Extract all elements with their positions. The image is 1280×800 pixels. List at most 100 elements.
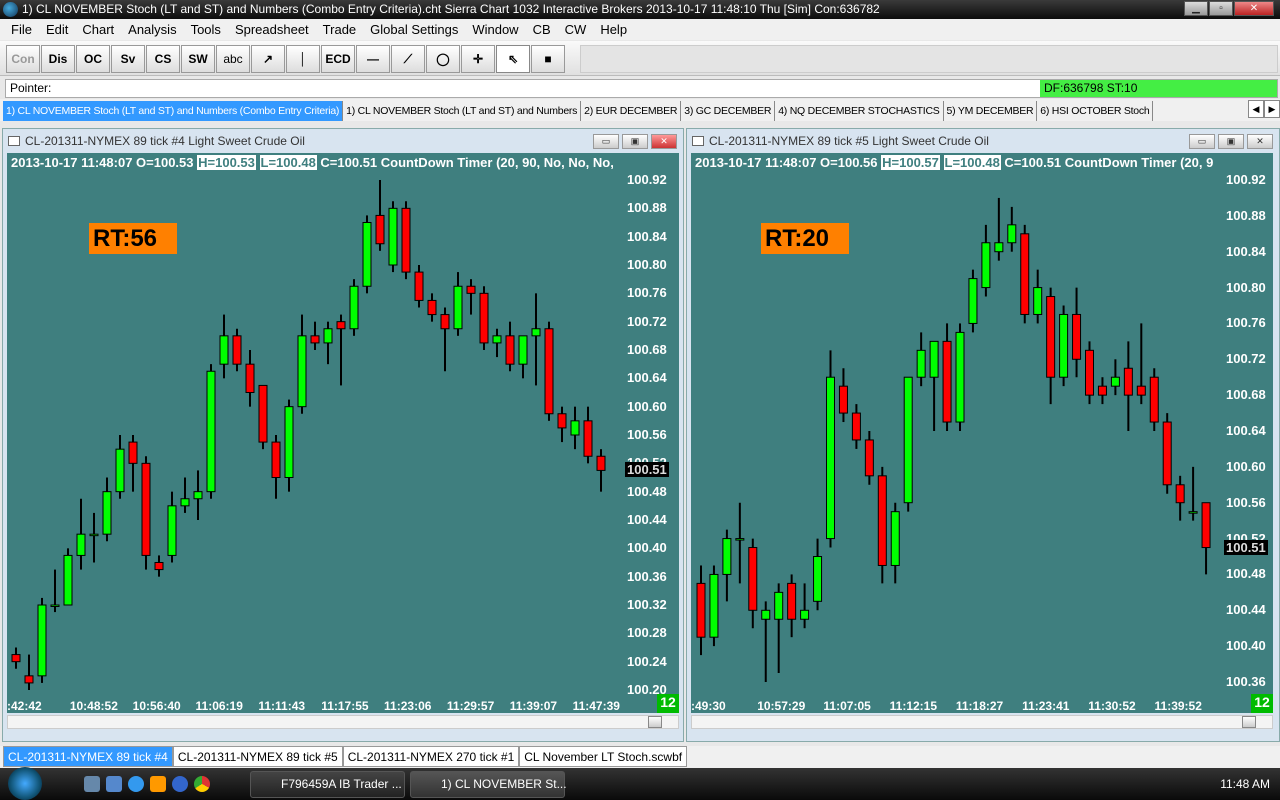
menu-help[interactable]: Help [593, 22, 634, 37]
toolbar-button-12[interactable]: ◯ [426, 45, 460, 73]
switch-windows-icon[interactable] [106, 776, 122, 792]
chartbook-tab[interactable]: 5) YM DECEMBER [944, 101, 1038, 121]
chart-window-title: CL-201311-NYMEX 89 tick #5 Light Sweet C… [687, 129, 1279, 153]
restore-icon[interactable]: ▣ [622, 134, 648, 149]
toolbar-button-13[interactable]: ✛ [461, 45, 495, 73]
restore-icon[interactable]: ▣ [1218, 134, 1244, 149]
chartbook-tab[interactable]: 6) HSI OCTOBER Stoch [1037, 101, 1154, 121]
toolbar-button-4[interactable]: CS [146, 45, 180, 73]
chrome-icon[interactable] [194, 776, 210, 792]
y-axis-label: 100.72 [627, 313, 667, 329]
chart-panel[interactable]: 2013-10-17 11:48:07 O=100.56 H=100.57 L=… [691, 153, 1273, 713]
chartbook-tab[interactable]: 3) GC DECEMBER [681, 101, 776, 121]
taskbar-item-sierra-chart[interactable]: 1) CL NOVEMBER St... [410, 771, 567, 798]
y-axis-label: 100.48 [1226, 566, 1266, 582]
chartbook-tabs: 1) CL NOVEMBER Stoch (LT and ST) and Num… [0, 99, 1280, 121]
menu-cw[interactable]: CW [558, 22, 594, 37]
candle-down [310, 335, 320, 344]
chart-tab[interactable]: CL November LT Stoch.scwbf [519, 746, 688, 767]
menu-cb[interactable]: CB [526, 22, 558, 37]
toolbar-button-0[interactable]: Con [6, 45, 40, 73]
toolbar-button-5[interactable]: SW [181, 45, 215, 73]
chart-tab[interactable]: CL-201311-NYMEX 89 tick #5 [172, 746, 343, 767]
taskbar-item-ib-trader[interactable]: F796459A IB Trader ... [250, 771, 405, 798]
chartbook-tab[interactable]: 4) NQ DECEMBER STOCHASTICS [775, 101, 944, 121]
menu-analysis[interactable]: Analysis [121, 22, 183, 37]
candle-down [1020, 233, 1030, 315]
y-axis-label: 100.24 [627, 653, 667, 669]
minimize-icon[interactable]: ▭ [593, 134, 619, 149]
player-icon[interactable] [172, 776, 188, 792]
show-desktop-icon[interactable] [84, 776, 100, 792]
toolbar-button-15[interactable]: ■ [531, 45, 565, 73]
candle-up [570, 420, 580, 436]
toolbar-button-8[interactable]: │ [286, 45, 320, 73]
chartbook-tab[interactable]: 1) CL NOVEMBER Stoch (LT and ST) and Num… [343, 101, 582, 121]
candle-up [1059, 313, 1069, 378]
candle-up [1033, 287, 1043, 315]
toolbar-button-6[interactable]: abc [216, 45, 250, 73]
toolbar-button-2[interactable]: OC [76, 45, 110, 73]
toolbar-button-3[interactable]: Sv [111, 45, 145, 73]
rt-counter-label: RT:20 [761, 223, 849, 254]
menu-window[interactable]: Window [465, 22, 525, 37]
internet-explorer-icon[interactable] [128, 776, 144, 792]
candle-up [929, 340, 939, 378]
candle-up [531, 328, 541, 337]
chart-title: CL-201311-NYMEX 89 tick #5 Light Sweet C… [709, 134, 989, 148]
candle-up [323, 328, 333, 344]
tab-scroll-right-icon[interactable]: ▶ [1264, 100, 1280, 118]
close-icon[interactable]: ✕ [651, 134, 677, 149]
menu-global-settings[interactable]: Global Settings [363, 22, 465, 37]
candle-down [427, 299, 437, 316]
chartbook-tab[interactable]: 2) EUR DECEMBER [581, 101, 682, 121]
maximize-button[interactable]: ▫ [1209, 1, 1233, 16]
candle-down [1175, 484, 1185, 504]
candle-up [955, 331, 965, 423]
menu-chart[interactable]: Chart [75, 22, 121, 37]
menu-edit[interactable]: Edit [39, 22, 75, 37]
chart-tab[interactable]: CL-201311-NYMEX 89 tick #4 [3, 746, 173, 767]
candle-up [1007, 224, 1017, 244]
toolbar-button-9[interactable]: ECD [321, 45, 355, 73]
toolbar-button-10[interactable]: — [356, 45, 390, 73]
start-button[interactable] [8, 767, 42, 800]
y-axis-label: 100.64 [1226, 423, 1266, 438]
scrollbar-thumb[interactable] [648, 716, 662, 728]
minimize-button[interactable]: ▁ [1184, 1, 1208, 16]
toolbar-button-7[interactable]: ↗ [251, 45, 285, 73]
horizontal-scrollbar[interactable] [691, 715, 1273, 729]
menu-file[interactable]: File [4, 22, 39, 37]
toolbar-button-1[interactable]: Dis [41, 45, 75, 73]
window-controls: ▭ ▣ ✕ [1189, 134, 1273, 149]
y-axis-label: 100.36 [627, 568, 667, 584]
media-icon[interactable] [150, 776, 166, 792]
x-axis-time-label: 11:11:43 [258, 699, 306, 713]
chartbook-tab[interactable]: 1) CL NOVEMBER Stoch (LT and ST) and Num… [3, 101, 344, 121]
menu-tools[interactable]: Tools [184, 22, 228, 37]
candle-down [583, 420, 593, 457]
menu-trade[interactable]: Trade [316, 22, 363, 37]
chart-title: CL-201311-NYMEX 89 tick #4 Light Sweet C… [25, 134, 305, 148]
horizontal-scrollbar[interactable] [7, 715, 679, 729]
tab-scroll-left-icon[interactable]: ◀ [1248, 100, 1264, 118]
candle-up [826, 376, 835, 540]
close-button[interactable]: ✕ [1234, 1, 1274, 16]
menu-spreadsheet[interactable]: Spreadsheet [228, 22, 316, 37]
y-axis-label: 100.88 [1226, 207, 1266, 223]
toolbar-button-11[interactable]: ⟋ [391, 45, 425, 73]
candle-down [1072, 313, 1082, 360]
candle-down [440, 314, 450, 330]
chart-panel[interactable]: 2013-10-17 11:48:07 O=100.53 H=100.53 L=… [7, 153, 679, 713]
candle-down [479, 292, 489, 344]
y-axis-label: 100.40 [627, 540, 667, 556]
x-axis-time-label: 11:47:39 [572, 699, 620, 713]
scrollbar-thumb[interactable] [1242, 716, 1256, 728]
candle-up [735, 538, 745, 541]
y-axis-label: 100.68 [1226, 387, 1266, 403]
toolbar-button-14[interactable]: ⇖ [496, 45, 530, 73]
candle-down [128, 441, 138, 464]
minimize-icon[interactable]: ▭ [1189, 134, 1215, 149]
chart-tab[interactable]: CL-201311-NYMEX 270 tick #1 [342, 746, 520, 767]
close-icon[interactable]: ✕ [1247, 134, 1273, 149]
